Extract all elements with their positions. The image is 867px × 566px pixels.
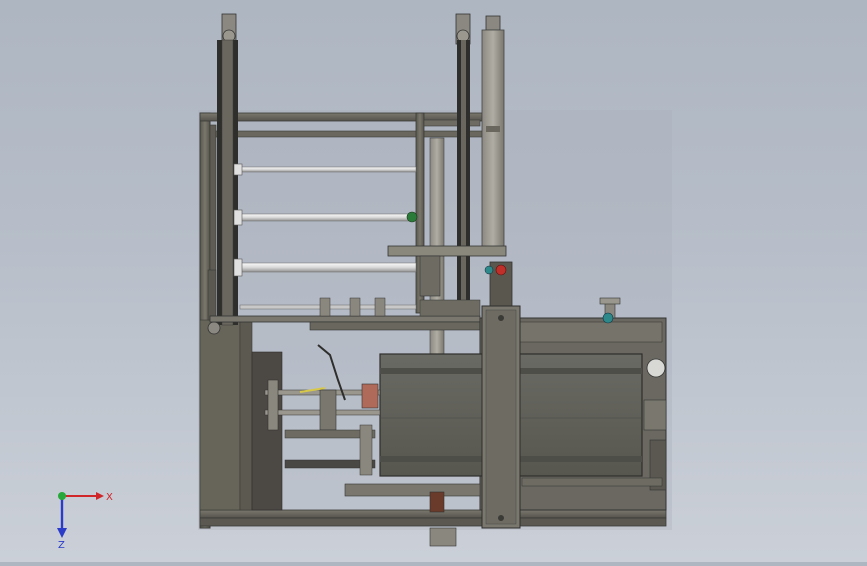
- front-plate[interactable]: [481, 305, 521, 529]
- z-axis-label: Z: [58, 540, 65, 548]
- x-axis-label: X: [106, 492, 113, 503]
- machine-model[interactable]: [0, 0, 867, 562]
- 3d-viewport[interactable]: X Z: [0, 0, 867, 562]
- coordinate-triad: X Z: [57, 492, 113, 548]
- cylinder-post[interactable]: [481, 15, 505, 253]
- right-belt-tower[interactable]: [455, 13, 471, 310]
- y-axis-origin: [58, 492, 66, 500]
- red-indicator[interactable]: [495, 264, 507, 276]
